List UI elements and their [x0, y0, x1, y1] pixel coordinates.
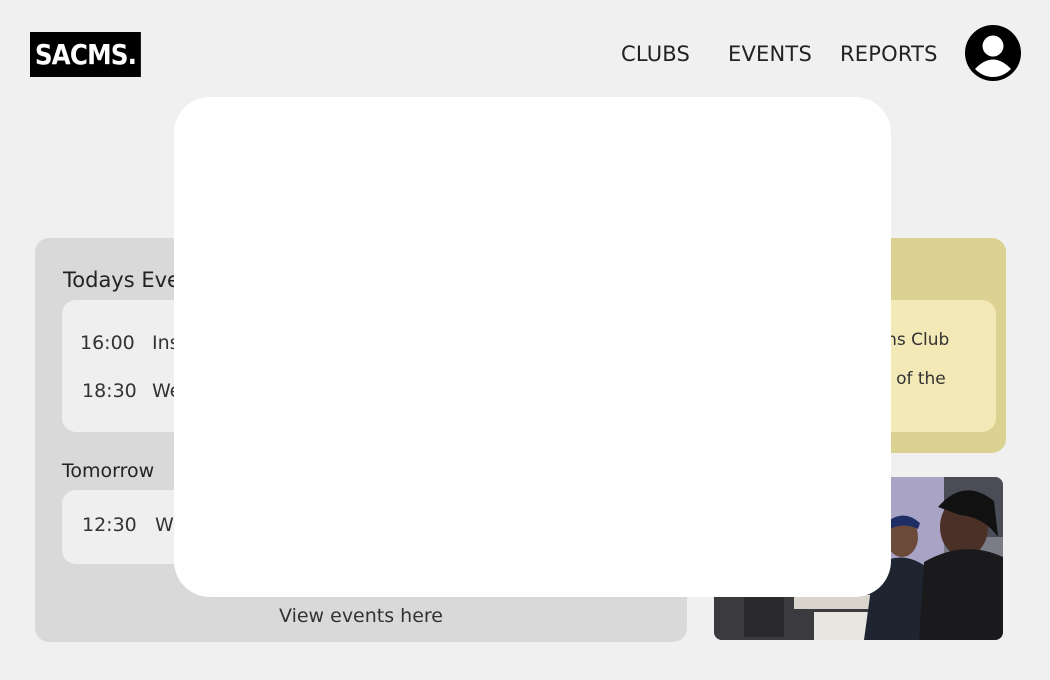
event-name: W [155, 514, 174, 536]
page: SACMS. CLUBS EVENTS REPORTS Todays Event… [0, 0, 1050, 680]
notification-line: t of the [884, 369, 946, 389]
event-time: 12:30 [82, 514, 137, 536]
tomorrow-events-title: Tomorrow [62, 460, 155, 482]
profile-avatar[interactable] [965, 25, 1021, 81]
event-time: 16:00 [80, 332, 135, 354]
logo[interactable]: SACMS. [30, 32, 141, 77]
modal-dialog[interactable] [174, 97, 891, 597]
nav-reports[interactable]: REPORTS [840, 42, 938, 66]
view-events-link[interactable]: View events here [35, 605, 687, 627]
nav-clubs[interactable]: CLUBS [621, 42, 690, 66]
nav-events[interactable]: EVENTS [728, 42, 812, 66]
user-icon [967, 27, 1019, 79]
event-time: 18:30 [82, 380, 137, 402]
